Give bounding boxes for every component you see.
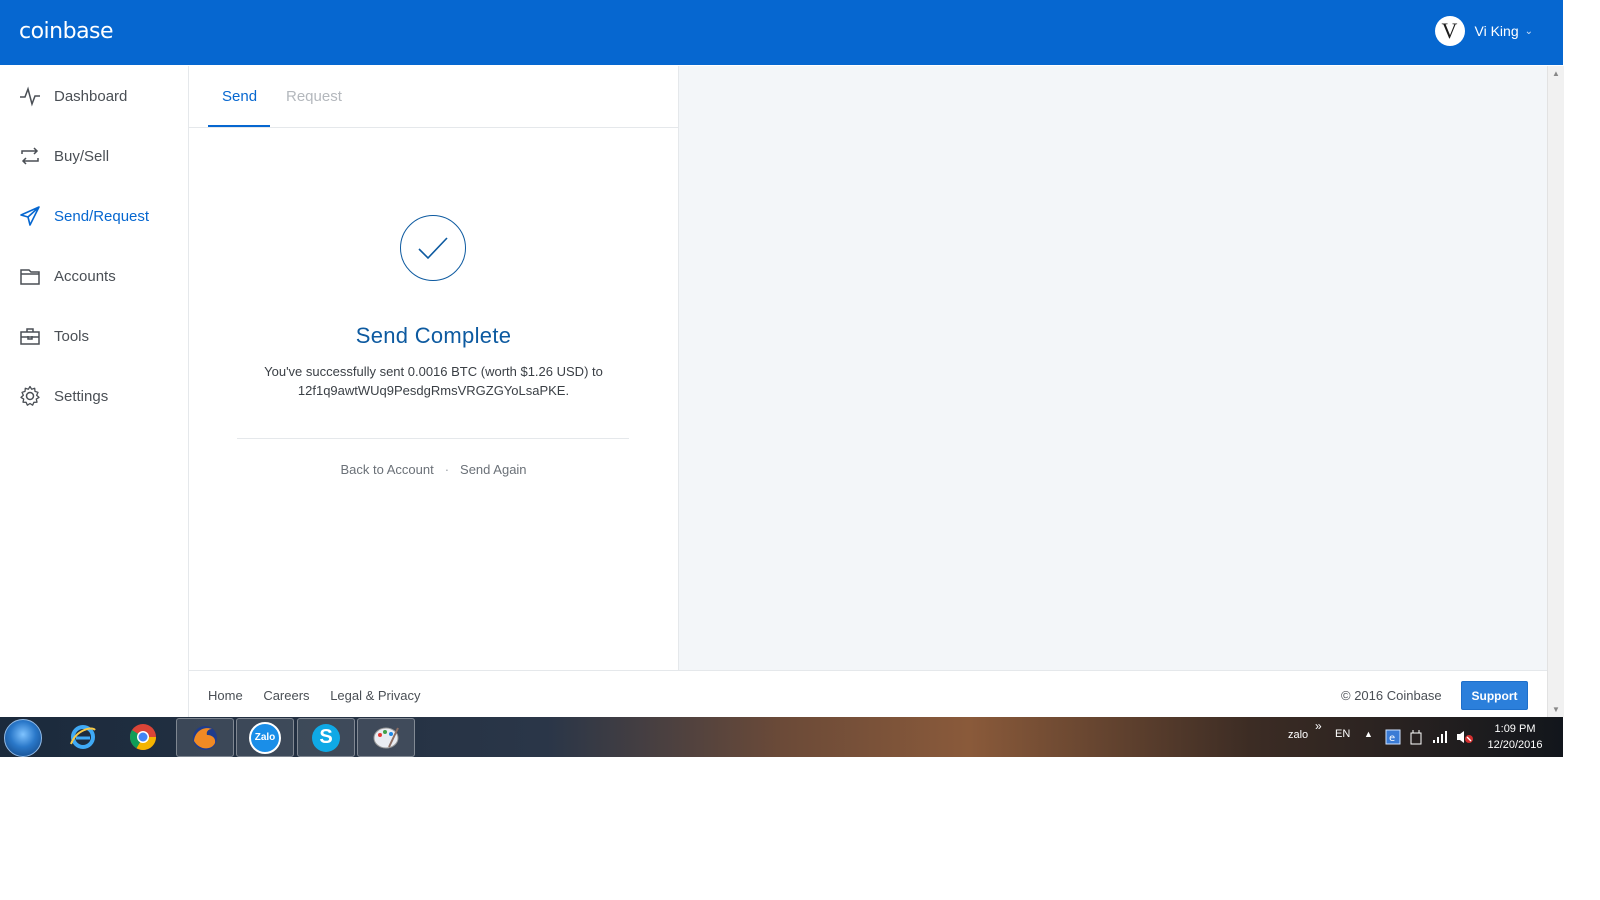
tab-request[interactable]: Request xyxy=(286,88,342,105)
sidebar-item-label: Dashboard xyxy=(54,87,128,105)
clock-date: 12/20/2016 xyxy=(1487,739,1543,751)
send-request-tabs: Send Request xyxy=(189,66,678,128)
footer-link-legal[interactable]: Legal & Privacy xyxy=(330,688,420,703)
firefox-icon[interactable] xyxy=(176,718,234,757)
repeat-icon xyxy=(19,145,41,167)
power-icon[interactable] xyxy=(1409,729,1423,769)
sidebar-item-accounts[interactable]: Accounts xyxy=(0,246,188,306)
coinbase-logo[interactable]: coinbase xyxy=(19,19,114,44)
sidebar-item-buy-sell[interactable]: Buy/Sell xyxy=(0,126,188,186)
send-complete-message: You've successfully sent 0.0016 BTC (wor… xyxy=(229,362,638,400)
sidebar-item-settings[interactable]: Settings xyxy=(0,366,188,426)
separator: · xyxy=(444,462,450,477)
active-tab-indicator xyxy=(208,125,270,127)
sidebar: Dashboard Buy/Sell Send/Request Accounts… xyxy=(0,66,189,717)
footer: Home Careers Legal & Privacy © 2016 Coin… xyxy=(189,670,1547,718)
clock-time: 1:09 PM xyxy=(1494,723,1536,735)
support-button[interactable]: Support xyxy=(1461,681,1528,710)
skype-icon[interactable]: S xyxy=(297,718,355,757)
message-line: You've successfully sent 0.0016 BTC (wor… xyxy=(264,364,603,379)
ie-tray-icon[interactable]: e xyxy=(1385,729,1401,769)
wallet-icon xyxy=(19,265,41,287)
svg-text:e: e xyxy=(1389,733,1395,744)
recipient-address: 12f1q9awtWUq9PesdgRmsVRGZGYoLsaPKE. xyxy=(297,383,570,398)
zalo-label: Zalo xyxy=(249,721,281,754)
footer-links: Home Careers Legal & Privacy xyxy=(208,688,438,703)
sidebar-item-send-request[interactable]: Send/Request xyxy=(0,186,188,246)
sidebar-item-label: Settings xyxy=(54,387,109,405)
send-complete-title: Send Complete xyxy=(355,323,512,348)
language-indicator[interactable]: EN xyxy=(1335,728,1350,768)
tab-send[interactable]: Send xyxy=(222,88,257,105)
chrome-icon[interactable] xyxy=(115,718,171,755)
divider xyxy=(237,438,629,439)
back-to-account-link[interactable]: Back to Account xyxy=(340,462,433,477)
chevron-down-icon[interactable]: ⌄ xyxy=(1525,26,1533,37)
checkmark-icon xyxy=(400,215,466,281)
avatar[interactable]: V xyxy=(1434,16,1465,46)
gear-icon xyxy=(19,385,41,407)
sidebar-item-dashboard[interactable]: Dashboard xyxy=(0,66,188,126)
sidebar-item-label: Send/Request xyxy=(54,207,150,225)
tray-overflow-icon[interactable]: » xyxy=(1315,719,1322,759)
send-again-link[interactable]: Send Again xyxy=(460,462,527,477)
sidebar-item-tools[interactable]: Tools xyxy=(0,306,188,366)
zalo-icon[interactable]: Zalo xyxy=(236,718,294,757)
scroll-down-arrow-icon[interactable]: ▼ xyxy=(1552,705,1560,714)
scroll-up-arrow-icon[interactable]: ▲ xyxy=(1552,69,1560,78)
sidebar-item-label: Tools xyxy=(54,327,90,345)
show-hidden-icons-icon[interactable]: ▲ xyxy=(1364,729,1373,769)
send-panel: Send Request Send Complete You've succes… xyxy=(189,66,679,670)
system-clock[interactable]: 1:09 PM 12/20/2016 xyxy=(1482,721,1548,753)
scrollbar[interactable]: ▲ ▼ xyxy=(1547,66,1564,717)
right-pane xyxy=(679,66,1547,670)
windows-start-button[interactable] xyxy=(4,719,42,757)
paint-icon[interactable] xyxy=(357,718,415,757)
sidebar-item-label: Accounts xyxy=(54,267,116,285)
network-signal-icon[interactable] xyxy=(1432,730,1448,770)
result-actions: Back to Account · Send Again xyxy=(189,462,678,477)
pulse-icon xyxy=(19,85,41,107)
windows-taskbar: Zalo S zalo » EN ▲ e 1:09 PM 12/20/2016 xyxy=(0,717,1563,757)
tray-zalo[interactable]: zalo xyxy=(1288,729,1308,769)
volume-muted-icon[interactable] xyxy=(1456,729,1474,769)
paper-plane-icon xyxy=(19,205,41,227)
sidebar-item-label: Buy/Sell xyxy=(54,147,110,165)
copyright: © 2016 Coinbase xyxy=(1341,688,1442,703)
internet-explorer-icon[interactable] xyxy=(55,718,111,755)
footer-link-careers[interactable]: Careers xyxy=(263,688,309,703)
toolbox-icon xyxy=(19,325,41,347)
user-name[interactable]: Vi King xyxy=(1475,23,1519,39)
top-navbar: coinbase V Vi King ⌄ xyxy=(0,0,1563,65)
user-menu[interactable]: V Vi King ⌄ xyxy=(1434,16,1533,46)
footer-link-home[interactable]: Home xyxy=(208,688,243,703)
